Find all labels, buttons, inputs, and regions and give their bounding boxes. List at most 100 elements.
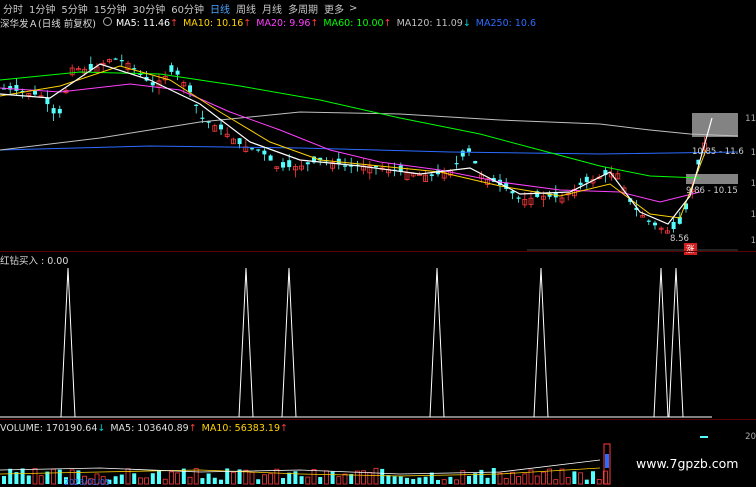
volume-bar [157, 470, 161, 484]
volume-bar [405, 477, 409, 484]
candle-body [305, 162, 310, 165]
candle-body [51, 108, 56, 114]
volume-bar [26, 475, 31, 484]
axis-label-3: 1 [750, 179, 756, 189]
volume-bar [373, 467, 379, 485]
volume-bar [522, 473, 528, 485]
candle-body [250, 148, 254, 150]
volume-bar [491, 468, 496, 484]
candle-body [268, 155, 273, 161]
volume-bar [132, 473, 137, 484]
volume-bar [392, 476, 397, 484]
axis-label-2: 1 [750, 148, 756, 158]
volume-bar [553, 479, 559, 485]
volume-bar [249, 471, 255, 485]
candle-body [113, 58, 118, 60]
candle-body [584, 176, 589, 183]
candle-body [653, 222, 657, 226]
candle-body [219, 124, 223, 130]
volume-bar [423, 476, 428, 484]
candle-body [45, 97, 50, 105]
indicator-title: 红钻买入 : 0.00 [0, 256, 69, 267]
candle-body [33, 90, 37, 95]
volume-bar [287, 472, 292, 484]
volume-bar [144, 477, 150, 485]
volume-bar [113, 476, 118, 484]
volume-bar [534, 475, 540, 485]
volume-bar [354, 470, 360, 485]
volume-bar [51, 468, 56, 485]
volume-bar [2, 476, 6, 484]
range-low-label: 9.86 - 10.15 [686, 186, 738, 196]
volume-bar [212, 477, 217, 484]
volume-ma10-line [0, 467, 601, 477]
volume-bar [181, 468, 186, 484]
volume-bar [516, 476, 521, 485]
volume-bar [411, 479, 416, 484]
pane-divider-1 [0, 251, 756, 252]
volume-bar [168, 471, 174, 485]
volume-bar [256, 479, 261, 484]
range-high-box [692, 113, 738, 137]
candle-body [262, 150, 267, 155]
candle-body [175, 70, 180, 75]
volume-bar [57, 469, 62, 484]
volume-ma5: MA5: 103640.89↑ [110, 422, 197, 434]
volume-bar [578, 472, 583, 485]
volume-bar [336, 476, 342, 485]
volume-bar [274, 468, 280, 485]
candle-body [14, 84, 19, 91]
candle-body [169, 65, 174, 72]
volume-bar [137, 477, 143, 485]
volume-bar [20, 468, 25, 484]
volume-bar [305, 476, 311, 485]
volume-bar [8, 468, 13, 484]
candle-body [281, 162, 285, 168]
volume-bar [32, 468, 38, 485]
ma20-line [0, 83, 701, 203]
volume-bar [436, 479, 440, 484]
volume-bar [584, 479, 589, 484]
volume-bar [206, 473, 211, 484]
candle-body [343, 165, 347, 167]
bottom-date: 2023/01/05 [64, 478, 111, 487]
candle-body [578, 182, 583, 185]
kline-chart[interactable] [0, 0, 756, 487]
volume-bar [323, 470, 329, 485]
watermark: www.7gpzb.com [636, 456, 739, 471]
volume-bar [299, 476, 304, 484]
volume-bar [559, 468, 565, 485]
candle-body [467, 148, 471, 152]
candle-body [454, 163, 459, 165]
candle-body [200, 117, 205, 119]
candle-body [473, 160, 478, 164]
volume-legend: VOLUME: 170190.64↓ MA5: 103640.89↑ MA10:… [0, 421, 293, 435]
volume-bar [565, 477, 571, 485]
volume-bar-highlight [605, 454, 609, 468]
axis-label-4: 1 [750, 210, 756, 220]
volume-bar [187, 476, 193, 485]
candle-body [287, 160, 292, 168]
candle-body [646, 220, 651, 222]
volume-bar [219, 479, 223, 484]
volume-bar [318, 477, 323, 484]
candle-body [194, 104, 199, 106]
volume-bar [441, 479, 447, 485]
volume-bar [497, 472, 503, 485]
candle-body [119, 60, 124, 62]
volume-bar [150, 473, 155, 484]
volume-marker [700, 436, 708, 438]
volume-bar [367, 472, 373, 485]
indicator-legend: 红钻买入 : 0.00 [0, 253, 73, 267]
candle-body [150, 82, 155, 86]
axis-label-5: 1 [750, 236, 756, 246]
ma120-line [0, 111, 739, 151]
ma10-line [0, 65, 707, 219]
volume-bar [509, 471, 515, 485]
volume-bar [162, 478, 168, 485]
volume-bar [503, 478, 509, 485]
volume-axis-label: 20 [745, 432, 756, 442]
candle-body [237, 138, 242, 145]
candle-body [256, 149, 261, 151]
range-high-label: 10.85 - 11.6 [692, 147, 744, 157]
